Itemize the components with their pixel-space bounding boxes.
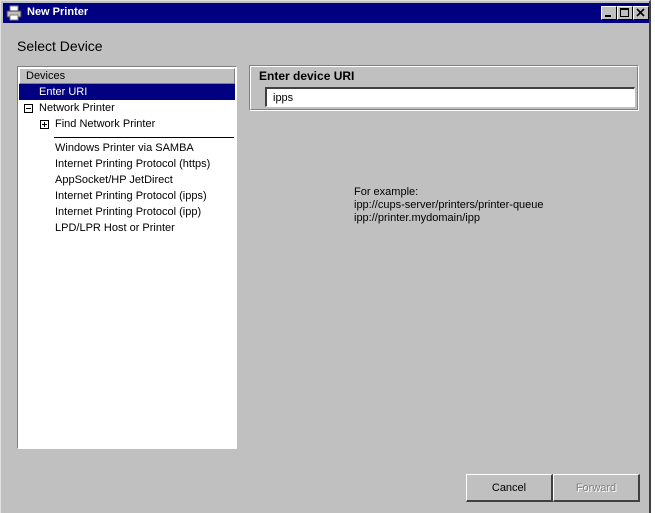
forward-button[interactable]: Forward [553,474,640,502]
devices-column-header[interactable]: Devices [19,68,235,84]
device-item-enter-uri[interactable]: Enter URI [19,84,235,100]
device-item-ipp-ipps[interactable]: Internet Printing Protocol (ipps) [19,188,235,204]
list-separator [54,137,234,138]
title-bar[interactable]: New Printer [3,3,649,23]
collapse-icon[interactable] [24,104,33,113]
maximize-icon [620,8,629,17]
example-line: ipp://printer.mydomain/ipp [354,212,480,224]
device-item-ipp[interactable]: Internet Printing Protocol (ipp) [19,204,235,220]
window-title: New Printer [27,6,89,18]
close-icon [636,8,645,17]
devices-list[interactable]: Devices Enter URI Network Printer Find N… [17,66,237,449]
printer-icon [6,5,22,21]
page-heading: Select Device [17,38,103,54]
maximize-button[interactable] [617,6,633,20]
device-uri-input[interactable] [265,87,635,107]
minimize-button[interactable] [601,6,617,20]
cancel-button[interactable]: Cancel [466,474,553,502]
device-item-appsocket[interactable]: AppSocket/HP JetDirect [19,172,235,188]
device-item-samba[interactable]: Windows Printer via SAMBA [19,140,235,156]
device-item-label: Internet Printing Protocol (ipps) [55,190,207,202]
example-line: ipp://cups-server/printers/printer-queue [354,199,544,211]
device-item-label: Internet Printing Protocol (ipp) [55,206,202,218]
device-item-label: Enter URI [39,86,88,98]
device-item-label: Find Network Printer [55,118,156,130]
device-item-label: AppSocket/HP JetDirect [55,174,173,186]
minimize-icon [605,15,611,17]
device-item-lpd[interactable]: LPD/LPR Host or Printer [19,220,235,236]
example-line: For example: [354,186,419,198]
device-item-ipp-https[interactable]: Internet Printing Protocol (https) [19,156,235,172]
uri-example-text: For example: ipp://cups-server/printers/… [354,186,544,225]
new-printer-window: New Printer Select Device Devices Enter … [0,0,651,513]
device-uri-label: Enter device URI [259,69,355,83]
device-item-find-network-printer[interactable]: Find Network Printer [19,116,235,132]
device-item-label: Internet Printing Protocol (https) [55,158,211,170]
device-item-label: Network Printer [39,102,115,114]
device-item-network-printer[interactable]: Network Printer [19,100,235,116]
device-item-label: LPD/LPR Host or Printer [55,222,175,234]
device-item-label: Windows Printer via SAMBA [55,142,194,154]
close-button[interactable] [633,6,649,20]
expand-icon[interactable] [40,120,49,129]
